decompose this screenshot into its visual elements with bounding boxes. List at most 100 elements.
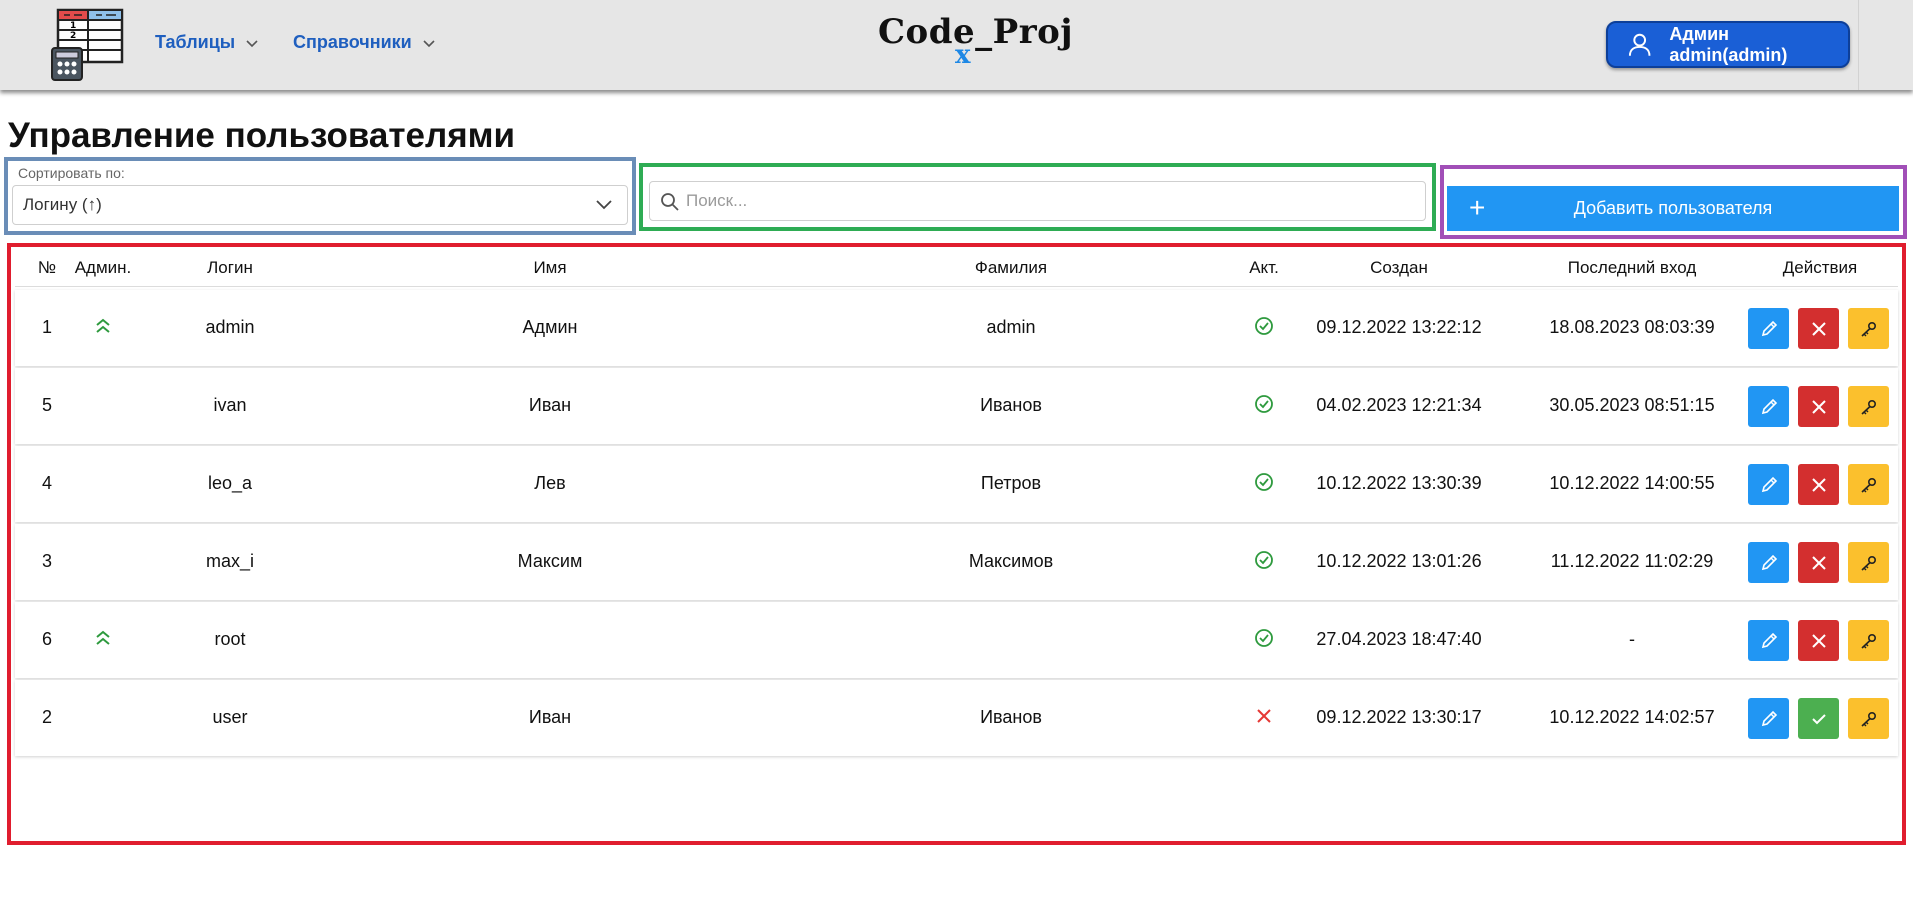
cell-login: ivan: [213, 395, 247, 415]
admin-double-chevron-up-icon: [96, 318, 110, 333]
cell-surname: admin: [986, 317, 1036, 337]
change-password-button[interactable]: [1848, 308, 1889, 349]
cell-surname: Иванов: [980, 395, 1042, 415]
cell-surname: Петров: [980, 473, 1042, 493]
cell-last-login: 11.12.2022 11:02:29: [1550, 551, 1714, 571]
close-icon: [1811, 321, 1826, 336]
deactivate-user-button[interactable]: [1798, 386, 1839, 427]
table-row: 6 root 27.04.2023 18:47:40 -: [15, 602, 1898, 678]
chevron-down-icon: [423, 39, 435, 47]
cell-surname: Иванов: [980, 707, 1042, 727]
cell-created: 10.12.2022 13:01:26: [1316, 551, 1482, 571]
deactivate-user-button[interactable]: [1798, 542, 1839, 583]
close-icon: [1811, 633, 1826, 648]
change-password-button[interactable]: [1848, 698, 1889, 739]
cell-number: 4: [41, 473, 53, 493]
pencil-icon: [1761, 398, 1777, 414]
cell-name: Иван: [528, 395, 572, 415]
close-icon: [1811, 477, 1826, 492]
edit-user-button[interactable]: [1748, 698, 1789, 739]
search-icon: [661, 193, 679, 211]
cell-created: 10.12.2022 13:30:39: [1316, 473, 1482, 493]
edit-user-button[interactable]: [1748, 464, 1789, 505]
column-header-number: №: [37, 258, 57, 277]
deactivate-user-button[interactable]: [1798, 308, 1839, 349]
nav-tables-label: Таблицы: [155, 32, 236, 52]
add-user-label: Добавить пользователя: [1573, 198, 1773, 218]
close-icon: [1811, 399, 1826, 414]
cell-last-login: 10.12.2022 14:00:55: [1549, 473, 1715, 493]
edit-user-button[interactable]: [1748, 308, 1789, 349]
brand-subscript: x: [955, 40, 971, 70]
cell-login: root: [214, 629, 246, 649]
spreadsheet-logo-icon[interactable]: 1 2: [50, 8, 126, 82]
column-header-name: Имя: [533, 258, 567, 277]
svg-text:2: 2: [70, 31, 76, 41]
edit-user-button[interactable]: [1748, 542, 1789, 583]
cell-number: 2: [41, 707, 53, 727]
close-icon: [1811, 555, 1826, 570]
change-password-button[interactable]: [1848, 464, 1889, 505]
deactivate-user-button[interactable]: [1798, 464, 1839, 505]
key-icon: [1860, 711, 1876, 727]
key-icon: [1860, 555, 1876, 571]
cell-last-login: -: [1629, 629, 1635, 649]
active-check-circle-icon: [1255, 629, 1273, 647]
inactive-x-icon: [1257, 709, 1271, 723]
key-icon: [1860, 321, 1876, 337]
search-input[interactable]: [686, 182, 1416, 220]
table-row: 4 leo_a Лев Петров 10.12.2022 13:30:39 10.12.…: [15, 446, 1898, 522]
table-row: 1 admin Админ admin 09.12.2022 13:22:12 18.08…: [15, 290, 1898, 366]
key-icon: [1860, 399, 1876, 415]
cell-last-login: 10.12.2022 14:02:57: [1549, 707, 1715, 727]
cell-login: leo_a: [207, 473, 253, 493]
change-password-button[interactable]: [1848, 620, 1889, 661]
table-row: 3 max_i Максим Максимов 10.12.2022 13:01:26 1…: [15, 524, 1898, 600]
edit-user-button[interactable]: [1748, 620, 1789, 661]
column-header-created: Создан: [1370, 258, 1428, 277]
cell-name: Админ: [522, 317, 578, 337]
user-profile-button[interactable]: Админ admin(admin): [1606, 21, 1850, 68]
pencil-icon: [1761, 710, 1777, 726]
table-row: 5 ivan Иван Иванов 04.02.2023 12:21:34 30.05.…: [15, 368, 1898, 444]
cell-login: admin: [205, 317, 255, 337]
key-icon: [1860, 477, 1876, 493]
nav-directories-menu[interactable]: Справочники: [293, 32, 436, 53]
key-icon: [1860, 633, 1876, 649]
cell-surname: Максимов: [968, 551, 1054, 571]
sort-section: Сортировать по: Логину (↑): [4, 157, 636, 235]
chevron-down-icon: [596, 200, 612, 210]
cell-number: 5: [41, 395, 53, 415]
deactivate-user-button[interactable]: [1798, 620, 1839, 661]
column-header-actions: Действия: [1782, 258, 1858, 277]
chevron-down-icon: [246, 39, 258, 47]
column-header-last-login: Последний вход: [1567, 258, 1697, 277]
table-row: 2 user Иван Иванов 09.12.2022 13:30:17 10.12.…: [15, 680, 1898, 756]
active-check-circle-icon: [1255, 551, 1273, 569]
sort-selected-value: Логину (↑): [23, 195, 102, 214]
cell-login: max_i: [205, 551, 255, 571]
nav-tables-menu[interactable]: Таблицы: [155, 32, 259, 53]
active-check-circle-icon: [1255, 473, 1273, 491]
header-divider: [1858, 0, 1859, 90]
sort-label: Сортировать по:: [18, 165, 125, 181]
sort-select[interactable]: Логину (↑): [12, 185, 628, 225]
pencil-icon: [1761, 320, 1777, 336]
table-header: № Админ. Логин Имя Фамилия Акт. Создан П…: [15, 249, 1898, 287]
add-user-button[interactable]: + Добавить пользователя: [1447, 186, 1899, 231]
admin-double-chevron-up-icon: [96, 630, 110, 645]
change-password-button[interactable]: [1848, 386, 1889, 427]
brand-title[interactable]: Code_Proj: [878, 12, 1073, 52]
active-check-circle-icon: [1255, 317, 1273, 335]
change-password-button[interactable]: [1848, 542, 1889, 583]
cell-last-login: 30.05.2023 08:51:15: [1549, 395, 1715, 415]
search-section: [639, 163, 1436, 231]
users-table: № Админ. Логин Имя Фамилия Акт. Создан П…: [7, 243, 1906, 845]
cell-last-login: 18.08.2023 08:03:39: [1549, 317, 1715, 337]
edit-user-button[interactable]: [1748, 386, 1789, 427]
cell-name: Максим: [517, 551, 583, 571]
search-field[interactable]: [649, 181, 1426, 221]
cell-number: 3: [41, 551, 53, 571]
pencil-icon: [1761, 632, 1777, 648]
activate-user-button[interactable]: [1798, 698, 1839, 739]
